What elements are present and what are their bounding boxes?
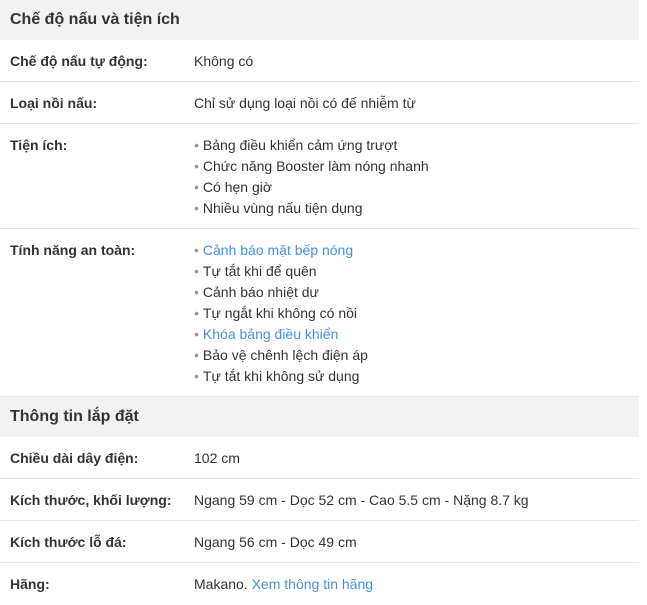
bullet-icon: • (194, 242, 199, 258)
spec-row-utilities: Tiện ích: • Bảng điều khiển cảm ứng trượt… (0, 124, 639, 229)
spec-label: Kích thước lỗ đá: (10, 533, 127, 550)
hot-surface-warning-link[interactable]: Cảnh báo mặt bếp nóng (203, 242, 353, 258)
spec-label: Chiều dài dây điện: (10, 449, 139, 466)
bullet-icon: • (194, 158, 199, 174)
safety-list: • Cảnh báo mặt bếp nóng • Tự tắt khi để qu… (194, 240, 639, 387)
bullet-icon: • (194, 347, 199, 363)
spec-table: Chế độ nấu và tiện ích Chế độ nấu tự độn… (0, 0, 639, 605)
list-item: • Tự tắt khi không sử dụng (194, 368, 360, 384)
spec-label: Tiện ích: (10, 137, 68, 153)
spec-value: Ngang 59 cm - Dọc 52 cm - Cao 5.5 cm - N… (194, 491, 529, 508)
bullet-icon: • (194, 284, 199, 300)
bullet-icon: • (194, 200, 199, 216)
section-header-installation: Thông tin lắp đặt (0, 397, 639, 437)
spec-value: Chỉ sử dụng loại nồi có đế nhiễm từ (194, 94, 416, 111)
spec-label: Kích thước, khối lượng: (10, 491, 172, 508)
spec-row-pot-type: Loại nồi nấu: Chỉ sử dụng loại nồi có đế… (0, 82, 639, 124)
control-lock-link[interactable]: Khóa bảng điều khiển (203, 326, 338, 342)
bullet-icon: • (194, 263, 199, 279)
spec-label: Loại nồi nấu: (10, 94, 98, 111)
utilities-list: • Bảng điều khiển cảm ứng trượt • Chức năn… (194, 135, 639, 219)
spec-row-dimensions: Kích thước, khối lượng: Ngang 59 cm - Dọ… (0, 479, 639, 521)
section-title: Thông tin lắp đặt (10, 408, 139, 425)
spec-value: Không có (194, 52, 254, 69)
spec-label: Tính năng an toàn: (10, 242, 136, 258)
section-title: Chế độ nấu và tiện ích (10, 11, 180, 28)
list-item: • Tự tắt khi để quên (194, 263, 317, 279)
list-item: • Nhiều vùng nấu tiện dụng (194, 200, 363, 216)
list-item: • Có hẹn giờ (194, 179, 273, 195)
list-item: • Tự ngắt khi không có nồi (194, 305, 358, 321)
section-header-cooking: Chế độ nấu và tiện ích (0, 0, 639, 40)
bullet-icon: • (194, 368, 199, 384)
spec-value: Ngang 56 cm - Dọc 49 cm (194, 533, 357, 550)
spec-row-brand: Hãng: Makano. Xem thông tin hãng (0, 563, 639, 605)
spec-row-safety: Tính năng an toàn: • Cảnh báo mặt bếp nón… (0, 229, 639, 397)
bullet-icon: • (194, 326, 199, 342)
list-item: • Chức năng Booster làm nóng nhanh (194, 158, 429, 174)
bullet-icon: • (194, 179, 199, 195)
spec-label: Chế độ nấu tự động: (10, 52, 148, 69)
spec-row-cord-length: Chiều dài dây điện: 102 cm (0, 437, 639, 479)
list-item: • Cảnh báo nhiệt dư (194, 284, 319, 300)
spec-row-auto-mode: Chế độ nấu tự động: Không có (0, 40, 639, 82)
spec-row-cutout: Kích thước lỗ đá: Ngang 56 cm - Dọc 49 c… (0, 521, 639, 563)
bullet-icon: • (194, 137, 199, 153)
list-item: • Bảo vệ chênh lệch điện áp (194, 347, 368, 363)
bullet-icon: • (194, 305, 199, 321)
list-item: • Khóa bảng điều khiển (194, 324, 639, 345)
list-item: • Cảnh báo mặt bếp nóng (194, 240, 639, 261)
list-item: • Bảng điều khiển cảm ứng trượt (194, 137, 398, 153)
spec-value: 102 cm (194, 449, 240, 466)
